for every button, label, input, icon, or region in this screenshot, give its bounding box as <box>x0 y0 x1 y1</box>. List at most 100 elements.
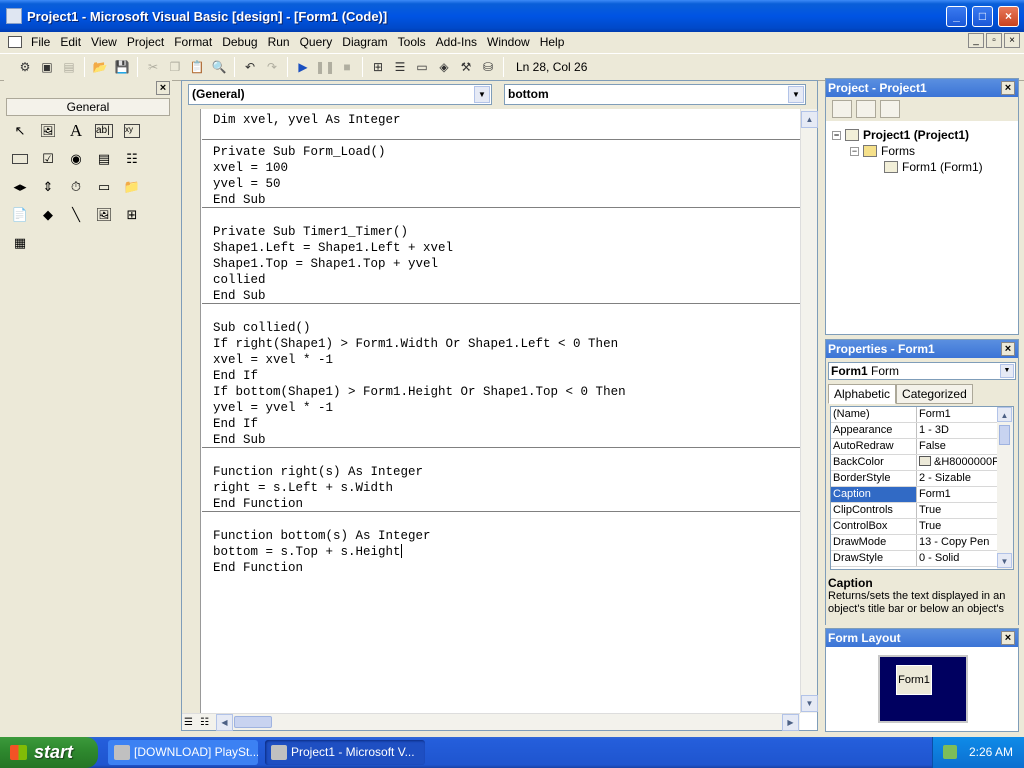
code-line[interactable]: Private Sub Timer1_Timer() <box>213 224 408 240</box>
property-value[interactable]: 1 - 3D <box>917 423 999 438</box>
code-line[interactable]: Shape1.Top = Shape1.Top + yvel <box>213 256 438 272</box>
menu-format[interactable]: Format <box>169 35 217 49</box>
start-button[interactable]: start <box>0 737 98 768</box>
menu-run[interactable]: Run <box>263 35 295 49</box>
menu-help[interactable]: Help <box>535 35 570 49</box>
menu-edit[interactable]: Edit <box>55 35 86 49</box>
drivelistbox-icon[interactable]: ▭ <box>92 176 116 198</box>
data-view-icon[interactable]: ⛁ <box>478 57 498 77</box>
collapse-icon[interactable]: − <box>832 130 841 140</box>
object-selector[interactable]: Form1 Form ▼ <box>828 362 1016 380</box>
properties-close-icon[interactable]: × <box>1001 342 1015 356</box>
code-line[interactable]: Function right(s) As Integer <box>213 464 423 480</box>
find-icon[interactable]: 🔍 <box>209 57 229 77</box>
menu-project[interactable]: Project <box>122 35 169 49</box>
scroll-thumb[interactable] <box>999 425 1010 445</box>
code-line[interactable]: Sub collied() <box>213 320 311 336</box>
code-line[interactable]: yvel = 50 <box>213 176 281 192</box>
listbox-icon[interactable]: ☷ <box>120 148 144 170</box>
dirlistbox-icon[interactable]: 📁 <box>120 176 144 198</box>
property-row[interactable]: DrawMode 13 - Copy Pen <box>831 535 999 551</box>
ole-icon[interactable]: ▦ <box>8 232 32 254</box>
code-line[interactable]: collied <box>213 272 266 288</box>
menu-view[interactable]: View <box>86 35 122 49</box>
view-object-icon[interactable] <box>856 100 876 118</box>
property-row[interactable]: ControlBox True <box>831 519 999 535</box>
form-layout-close-icon[interactable]: × <box>1001 631 1015 645</box>
commandbutton-icon[interactable] <box>8 148 32 170</box>
property-grid-scrollbar[interactable]: ▲ ▼ <box>997 407 1013 569</box>
timer-icon[interactable]: ⏱ <box>64 176 88 198</box>
end-icon[interactable]: ■ <box>337 57 357 77</box>
menu-add-ins[interactable]: Add-Ins <box>431 35 482 49</box>
picturebox-icon[interactable]: 🖼 <box>36 120 60 142</box>
taskbar-item[interactable]: [DOWNLOAD] PlaySt... <box>108 740 258 765</box>
maximize-button[interactable]: □ <box>972 6 993 27</box>
full-module-view-icon[interactable]: ☷ <box>200 717 209 728</box>
code-line[interactable]: End Sub <box>213 288 266 304</box>
property-value[interactable]: &H8000000F <box>917 455 999 470</box>
tree-node-project[interactable]: − Project1 (Project1) <box>832 128 969 142</box>
scroll-left-icon[interactable]: ◀ <box>216 714 233 731</box>
scroll-down-icon[interactable]: ▼ <box>801 695 818 712</box>
cut-icon[interactable]: ✂ <box>143 57 163 77</box>
menu-query[interactable]: Query <box>295 35 338 49</box>
shape-icon[interactable]: ◆ <box>36 204 60 226</box>
code-editor[interactable]: Dim xvel, yvel As Integer Private Sub Fo… <box>202 109 800 713</box>
menu-file[interactable]: File <box>26 35 55 49</box>
menu-window[interactable]: Window <box>482 35 535 49</box>
tab-categorized[interactable]: Categorized <box>896 384 973 404</box>
property-row[interactable]: DrawStyle 0 - Solid <box>831 551 999 567</box>
object-browser-icon[interactable]: ◈ <box>434 57 454 77</box>
add-project-icon[interactable]: ⚙ <box>15 57 35 77</box>
vertical-scrollbar[interactable]: ▲ ▼ <box>800 109 818 713</box>
chevron-down-icon[interactable]: ▼ <box>788 86 804 103</box>
code-line[interactable]: xvel = xvel * -1 <box>213 352 333 368</box>
code-line[interactable]: yvel = yvel * -1 <box>213 400 333 416</box>
chevron-down-icon[interactable]: ▼ <box>1000 364 1014 378</box>
scroll-up-icon[interactable]: ▲ <box>997 407 1012 422</box>
tree-node-forms[interactable]: − Forms <box>850 144 915 158</box>
tree-node-form1[interactable]: Form1 (Form1) <box>884 160 983 174</box>
scroll-down-icon[interactable]: ▼ <box>997 553 1012 568</box>
combobox-icon[interactable]: ▤ <box>92 148 116 170</box>
hscrollbar-icon[interactable]: ◂▸ <box>8 176 32 198</box>
redo-icon[interactable]: ↷ <box>262 57 282 77</box>
code-line[interactable]: End Sub <box>213 192 266 208</box>
scroll-thumb[interactable] <box>234 716 272 728</box>
property-row[interactable]: BorderStyle 2 - Sizable <box>831 471 999 487</box>
property-row-selected[interactable]: Caption Form1 <box>831 487 999 503</box>
filelistbox-icon[interactable]: 📄 <box>8 204 32 226</box>
data-control-icon[interactable]: ⊞ <box>120 204 144 226</box>
properties-window-icon[interactable]: ☰ <box>390 57 410 77</box>
menu-debug[interactable]: Debug <box>217 35 262 49</box>
menu-editor-icon[interactable]: ▤ <box>59 57 79 77</box>
frame-icon[interactable]: xy <box>120 120 144 142</box>
property-value[interactable]: True <box>917 503 999 518</box>
property-row[interactable]: BackColor &H8000000F <box>831 455 999 471</box>
property-row[interactable]: ClipControls True <box>831 503 999 519</box>
label-icon[interactable]: A <box>64 120 88 142</box>
scroll-right-icon[interactable]: ▶ <box>782 714 799 731</box>
collapse-icon[interactable]: − <box>850 146 859 156</box>
vscrollbar-icon[interactable]: ⇕ <box>36 176 60 198</box>
object-combo[interactable]: (General) ▼ <box>188 84 492 105</box>
view-code-icon[interactable] <box>832 100 852 118</box>
code-line[interactable]: Private Sub Form_Load() <box>213 144 386 160</box>
undo-icon[interactable]: ↶ <box>240 57 260 77</box>
property-value[interactable]: 0 - Solid <box>917 551 999 566</box>
property-value[interactable]: True <box>917 519 999 534</box>
code-line[interactable]: If right(Shape1) > Form1.Width Or Shape1… <box>213 336 618 352</box>
toggle-folders-icon[interactable] <box>880 100 900 118</box>
taskbar-item-active[interactable]: Project1 - Microsoft V... <box>265 740 425 765</box>
form-position-preview[interactable]: Form1 <box>896 665 932 695</box>
open-project-icon[interactable]: 📂 <box>90 57 110 77</box>
toolbox-close-button[interactable]: × <box>156 81 170 95</box>
horizontal-scrollbar[interactable]: ☰ ☷ ◀ ▶ <box>182 713 800 731</box>
property-row[interactable]: AutoRedraw False <box>831 439 999 455</box>
property-row[interactable]: Appearance 1 - 3D <box>831 423 999 439</box>
add-form-icon[interactable]: ▣ <box>37 57 57 77</box>
checkbox-icon[interactable]: ☑ <box>36 148 60 170</box>
form-layout-icon[interactable]: ▭ <box>412 57 432 77</box>
code-line[interactable]: End If <box>213 368 258 384</box>
